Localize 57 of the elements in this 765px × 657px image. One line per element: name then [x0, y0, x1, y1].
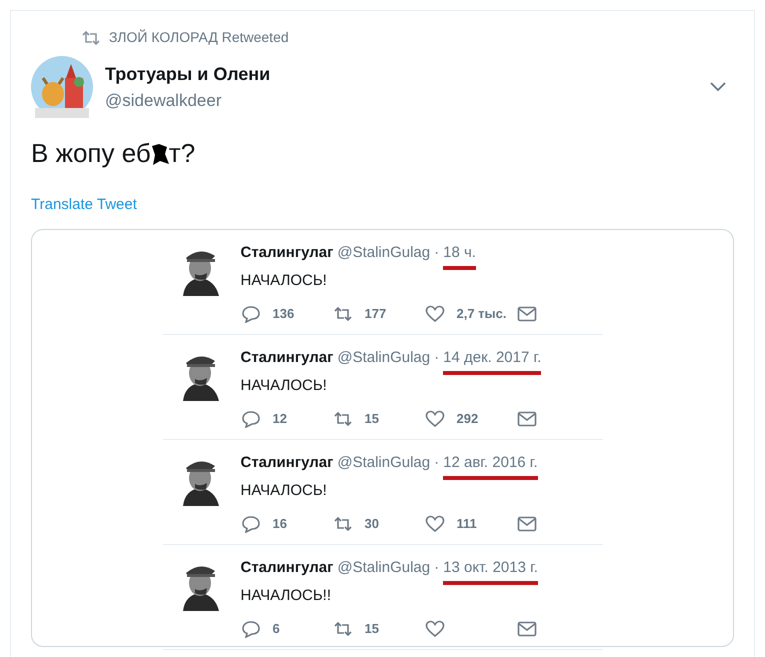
- tweet-text: НАЧАЛОСЬ!: [240, 480, 328, 500]
- separator-dot: ·: [434, 243, 440, 263]
- user-handle: @StalinGulag: [337, 348, 430, 368]
- author-handle[interactable]: @sidewalkdeer: [105, 88, 270, 114]
- tweet-text: НАЧАЛОСЬ!: [240, 270, 328, 290]
- avatar: [31, 56, 93, 118]
- retweet-icon: [332, 621, 352, 637]
- retweet-count: 177: [364, 305, 386, 324]
- tweet-text: НАЧАЛОСЬ!: [240, 376, 328, 396]
- display-name: Сталингулаг: [240, 348, 334, 368]
- censor-blot-icon: [150, 142, 169, 166]
- like-count: 292: [456, 410, 478, 428]
- like-count: 111: [456, 515, 477, 534]
- heart-icon[interactable]: [424, 305, 444, 323]
- user-handle: @StalinGulag: [337, 243, 430, 263]
- user-handle: @StalinGulag: [337, 453, 430, 473]
- reply-count: 16: [272, 515, 287, 534]
- display-name: Сталингулаг: [240, 558, 334, 578]
- separator-dot: ·: [434, 348, 440, 368]
- retweet-count: 30: [364, 515, 379, 534]
- mail-icon[interactable]: [516, 621, 536, 637]
- display-name: Сталингулаг: [240, 243, 334, 263]
- tweet-text: НАЧАЛОСЬ!!: [240, 586, 332, 606]
- retweet-icon: [332, 411, 352, 427]
- reply-icon[interactable]: [240, 515, 260, 533]
- reply-icon[interactable]: [240, 305, 260, 323]
- heart-icon[interactable]: [424, 620, 444, 638]
- tweet-date[interactable]: 13 окт. 2013 г.: [443, 557, 538, 584]
- reply-count: 136: [272, 305, 294, 324]
- chevron-down-icon[interactable]: [710, 82, 726, 92]
- reply-count: 12: [272, 410, 287, 428]
- like-count: 2,7 тыс.: [456, 305, 506, 324]
- retweet-label: ЗЛОЙ КОЛОРАД Retweeted: [109, 28, 289, 47]
- mail-icon[interactable]: [516, 516, 536, 532]
- tweet-date[interactable]: 18 ч.: [443, 242, 476, 270]
- translate-link[interactable]: Translate Tweet: [31, 196, 137, 213]
- heart-icon[interactable]: [424, 515, 444, 533]
- separator-dot: ·: [434, 453, 440, 473]
- retweet-icon: [332, 306, 352, 322]
- tweet-text: В жопу еб: [31, 137, 151, 170]
- tweet-text: т?: [168, 137, 196, 170]
- retweet-icon: [81, 30, 101, 46]
- user-handle: @StalinGulag: [337, 558, 430, 578]
- display-name: Сталингулаг: [240, 453, 334, 473]
- tweet-date[interactable]: 12 авг. 2016 г.: [443, 452, 538, 480]
- retweet-count: 15: [364, 410, 379, 428]
- heart-icon[interactable]: [424, 410, 444, 428]
- reply-icon[interactable]: [240, 620, 260, 638]
- separator-dot: ·: [434, 558, 440, 578]
- mail-icon[interactable]: [516, 411, 536, 427]
- retweet-icon: [332, 516, 352, 532]
- mail-icon[interactable]: [516, 306, 536, 322]
- tweet-date[interactable]: 14 дек. 2017 г.: [443, 347, 542, 374]
- reply-count: 6: [272, 620, 280, 638]
- retweet-count: 15: [364, 620, 379, 638]
- reply-icon[interactable]: [240, 410, 260, 428]
- author-name[interactable]: Тротуары и Олени: [105, 60, 270, 88]
